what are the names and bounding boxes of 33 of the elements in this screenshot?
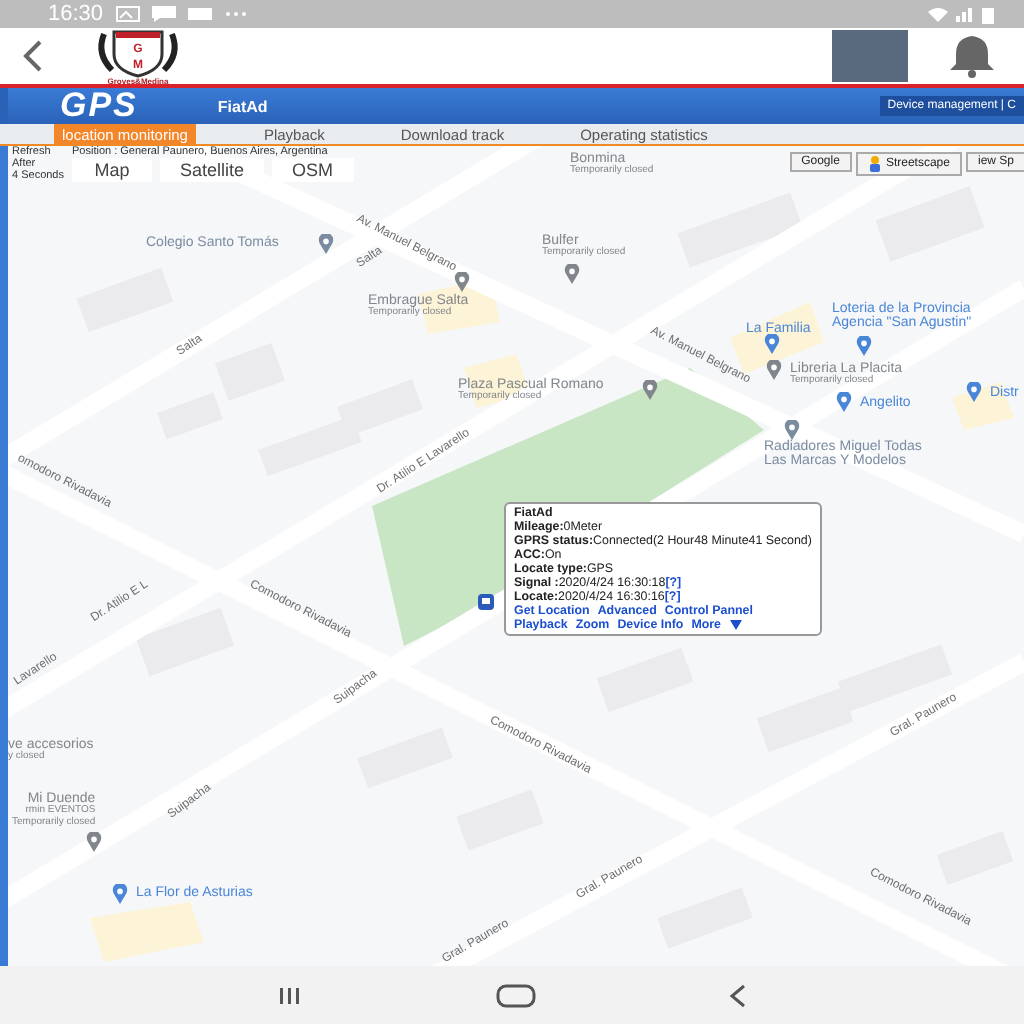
message-icon [151,6,176,22]
map-pin-icon[interactable] [784,420,800,440]
back-icon[interactable] [728,983,748,1007]
map-pin-icon[interactable] [318,234,334,254]
clock-time: 16:30 [48,2,104,26]
mail-icon [187,6,212,22]
vehicle-marker-icon[interactable] [478,594,494,610]
map-pin-icon[interactable] [836,392,852,412]
street-map[interactable] [0,146,1024,966]
building-area [90,902,204,962]
gps-logo: GPS [60,86,138,126]
map-pin-icon[interactable] [564,264,580,284]
map-pin-icon[interactable] [112,884,128,904]
map-type-button[interactable]: Map [72,158,152,182]
map-pin-icon[interactable] [454,272,470,292]
more-icon [223,10,248,18]
bell-icon[interactable] [948,34,996,78]
map-pin-icon[interactable] [764,334,780,354]
map-pin-icon[interactable] [856,336,872,356]
map-pin-icon[interactable] [642,380,658,400]
person-icon [867,156,882,172]
back-icon[interactable] [20,38,44,74]
device-name: FiatAd [217,97,268,115]
home-icon[interactable] [496,983,536,1007]
image-icon [115,6,140,22]
map-pin-icon[interactable] [966,382,982,402]
recent-apps-icon[interactable] [276,985,304,1005]
map-pin-icon[interactable] [86,832,102,852]
caret-icon[interactable] [729,620,741,630]
signal-battery-icons [928,5,996,23]
map-type-button[interactable]: Satellite [160,158,265,182]
map-type-button[interactable]: OSM [272,158,354,182]
map-pin-icon[interactable] [766,360,782,380]
